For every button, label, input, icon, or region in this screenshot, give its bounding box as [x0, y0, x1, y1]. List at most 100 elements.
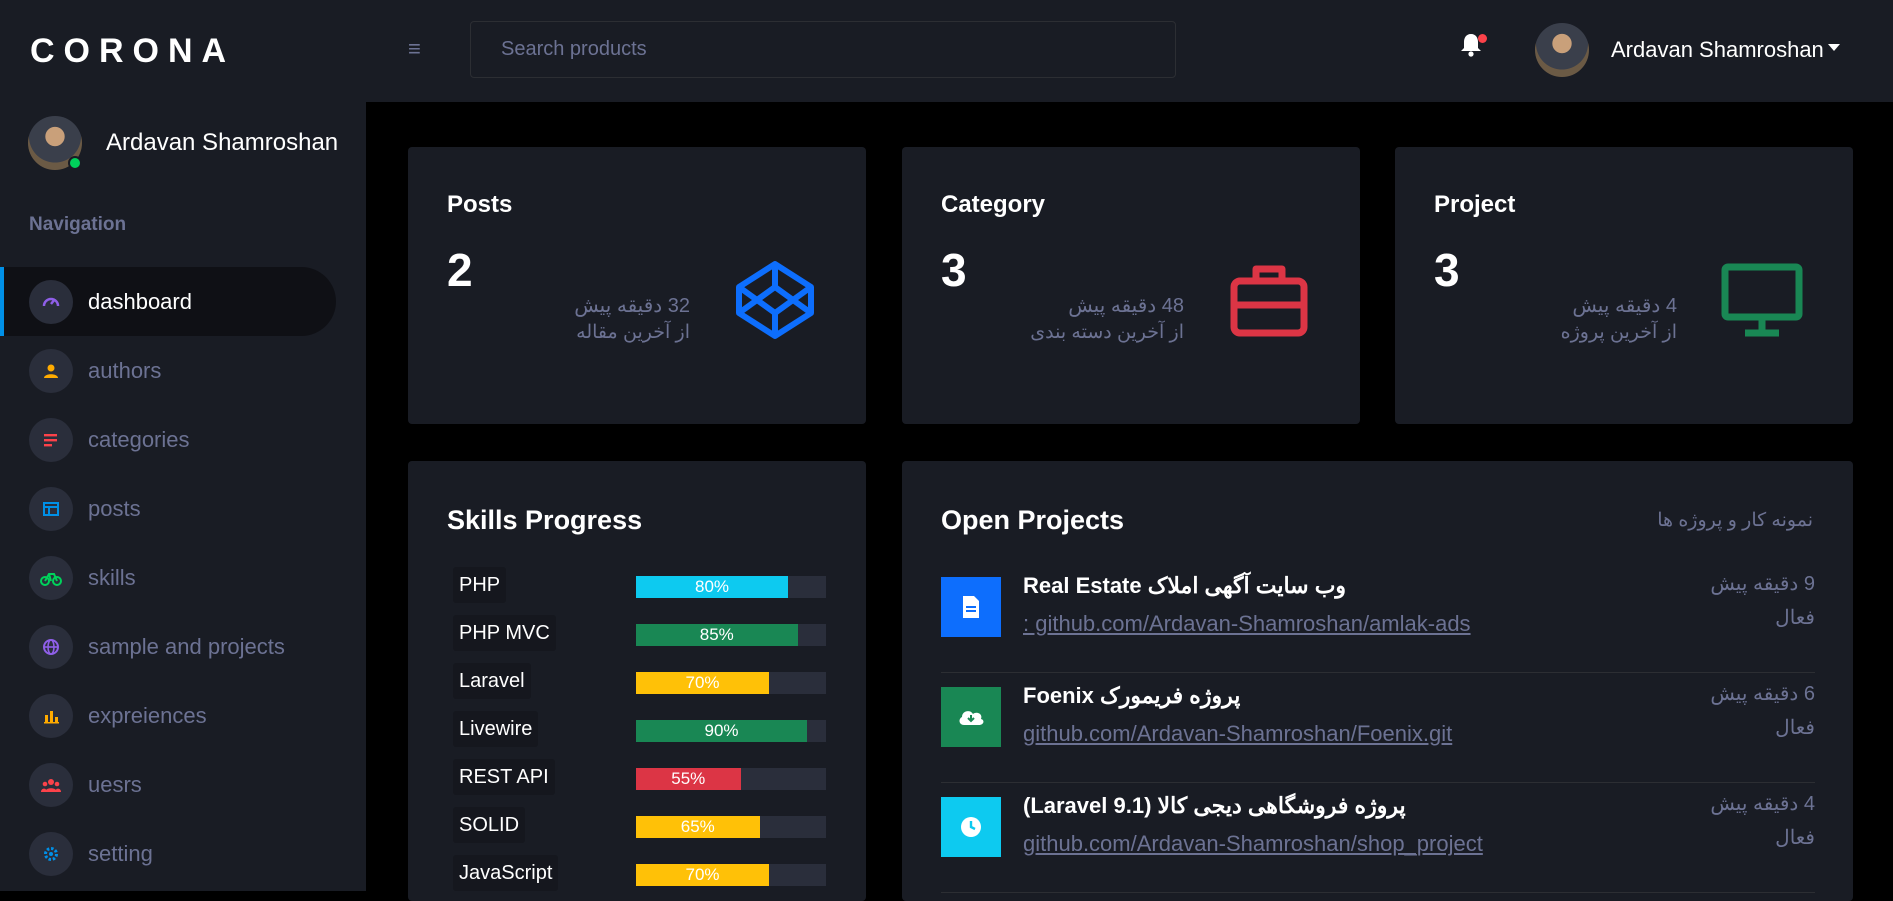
skill-percent-label: 70% [685, 865, 720, 884]
bar-chart-icon [29, 693, 73, 738]
sidebar-item-label: expreiences [88, 702, 207, 728]
skill-progress-fill: 85% [636, 624, 798, 646]
sidebar-item-uesrs[interactable]: uesrs [0, 750, 366, 819]
skill-name: Livewire [453, 711, 539, 747]
nav-title: Navigation [29, 214, 127, 235]
bicycle-icon [29, 555, 73, 600]
skill-percent-label: 80% [694, 577, 730, 596]
skill-progress-bar: 55% [636, 768, 826, 790]
sidebar-profile[interactable]: Ardavan Shamroshan [28, 116, 338, 170]
list-icon [29, 417, 73, 462]
brand-logo[interactable]: CORONA [30, 32, 235, 71]
sidebar-item-label: uesrs [88, 771, 142, 797]
online-status-dot [68, 156, 82, 170]
sidebar-item-label: setting [88, 840, 153, 866]
skill-progress-fill: 65% [636, 816, 760, 838]
stat-subtitle: از آخرین پروژه [1560, 322, 1677, 343]
project-link[interactable]: github.com/Ardavan-Shamroshan/Foenix.git [1023, 721, 1452, 747]
skill-name: REST API [453, 759, 555, 795]
stat-card-posts: Posts 2 32 دقیقه پیش از آخرین مقاله [408, 147, 866, 424]
sidebar-item-setting[interactable]: setting [0, 819, 366, 888]
skill-name: SOLID [453, 807, 526, 843]
sidebar-item-expreiences[interactable]: expreiences [0, 681, 366, 750]
skill-progress-fill: 80% [636, 576, 788, 598]
stat-value: 3 [941, 244, 967, 296]
project-status: فعال [1775, 827, 1815, 849]
skill-row: Livewire 90% [453, 711, 833, 747]
project-time: 6 دقیقه پیش [1710, 683, 1815, 705]
sidebar-item-label: authors [88, 357, 162, 383]
skill-row: PHP 80% [453, 567, 833, 603]
clock-icon [941, 797, 1001, 857]
sidebar-item-label: categories [88, 426, 190, 452]
sidebar-item-label: dashboard [88, 288, 192, 314]
notification-dot [1478, 34, 1487, 43]
skill-row: REST API 55% [453, 759, 833, 795]
project-title: Real Estate وب سایت آگهی املاک [1023, 573, 1347, 598]
project-time: 9 دقیقه پیش [1710, 573, 1815, 595]
project-link[interactable]: github.com/Ardavan-Shamroshan/shop_proje… [1023, 831, 1483, 857]
skill-percent-label: 85% [699, 625, 734, 644]
sidebar-item-posts[interactable]: posts [0, 474, 366, 543]
sidebar-item-skills[interactable]: skills [0, 543, 366, 612]
search-input[interactable] [470, 21, 1176, 78]
skill-progress-bar: 70% [636, 672, 826, 694]
skill-name: JavaScript [453, 855, 559, 891]
sidebar-item-authors[interactable]: authors [0, 336, 366, 405]
menu-toggle-icon[interactable]: ≡ [408, 36, 421, 62]
document-icon [941, 577, 1001, 637]
skill-name: PHP MVC [453, 615, 556, 651]
sidebar: CORONA Ardavan Shamroshan Navigation das… [0, 0, 366, 891]
sidebar-item-label: posts [88, 495, 141, 521]
sidebar-item-label: skills [88, 564, 136, 590]
profile-name: Ardavan Shamroshan [106, 129, 339, 156]
project-item[interactable]: Real Estate وب سایت آگهی املاک : github.… [941, 563, 1815, 673]
skill-row: SOLID 65% [453, 807, 833, 843]
skills-progress-card: Skills Progress PHP 80% PHP MVC 85% Laravel 7… [408, 461, 866, 901]
person-icon [29, 348, 73, 393]
globe-icon [29, 624, 73, 669]
sidebar-item-categories[interactable]: categories [0, 405, 366, 474]
sidebar-item-dashboard[interactable]: dashboard [0, 267, 336, 336]
skill-progress-bar: 85% [636, 624, 826, 646]
skill-name: PHP [453, 567, 507, 603]
stat-subtitle: از آخرین دسته بندی [1030, 322, 1184, 343]
header-user-name[interactable]: Ardavan Shamroshan [1611, 37, 1824, 63]
stat-value: 3 [1434, 244, 1460, 296]
stat-title: Category [941, 191, 1046, 218]
skill-row: Laravel 70% [453, 663, 833, 699]
project-title: (Laravel 9.1) پروژه فروشگاهی دیجی کالا [1023, 793, 1406, 818]
skill-percent-label: 90% [704, 721, 739, 740]
panel-title: Open Projects [941, 505, 1125, 535]
panel-title: Skills Progress [447, 505, 643, 535]
skill-percent-label: 65% [680, 817, 715, 836]
skill-row: PHP MVC 85% [453, 615, 833, 651]
sidebar-item-sample-and-projects[interactable]: sample and projects [0, 612, 366, 681]
project-status: فعال [1775, 607, 1815, 629]
project-link[interactable]: : github.com/Ardavan-Shamroshan/amlak-ad… [1023, 611, 1471, 637]
avatar[interactable] [28, 116, 82, 170]
project-status: فعال [1775, 717, 1815, 739]
project-time: 4 دقیقه پیش [1710, 793, 1815, 815]
project-item[interactable]: Foenix پروژه فریمورک github.com/Ardavan-… [941, 673, 1815, 783]
stat-title: Project [1434, 191, 1516, 218]
avatar[interactable] [1535, 23, 1589, 77]
top-navbar: ≡ Ardavan Shamroshan [366, 0, 1893, 102]
gear-icon [29, 831, 73, 876]
project-item[interactable]: (Laravel 9.1) پروژه فروشگاهی دیجی کالا g… [941, 783, 1815, 893]
skill-progress-bar: 80% [636, 576, 826, 598]
stat-card-project: Project 3 4 دقیقه پیش از آخرین پروژه [1395, 147, 1853, 424]
cloud-download-icon [941, 687, 1001, 747]
briefcase-icon [1230, 265, 1308, 337]
stat-time: 32 دقیقه پیش [574, 295, 690, 317]
skill-progress-bar: 90% [636, 720, 826, 742]
chevron-down-icon[interactable] [1828, 44, 1840, 51]
users-icon [29, 762, 73, 807]
skill-progress-fill: 70% [636, 672, 769, 694]
skill-progress-bar: 65% [636, 816, 826, 838]
panel-subtitle: نمونه کار و پروژه ها [1657, 510, 1813, 531]
skill-progress-fill: 90% [636, 720, 807, 742]
skill-name: Laravel [453, 663, 531, 699]
stat-subtitle: از آخرین مقاله [576, 322, 690, 343]
skill-progress-fill: 55% [636, 768, 741, 790]
